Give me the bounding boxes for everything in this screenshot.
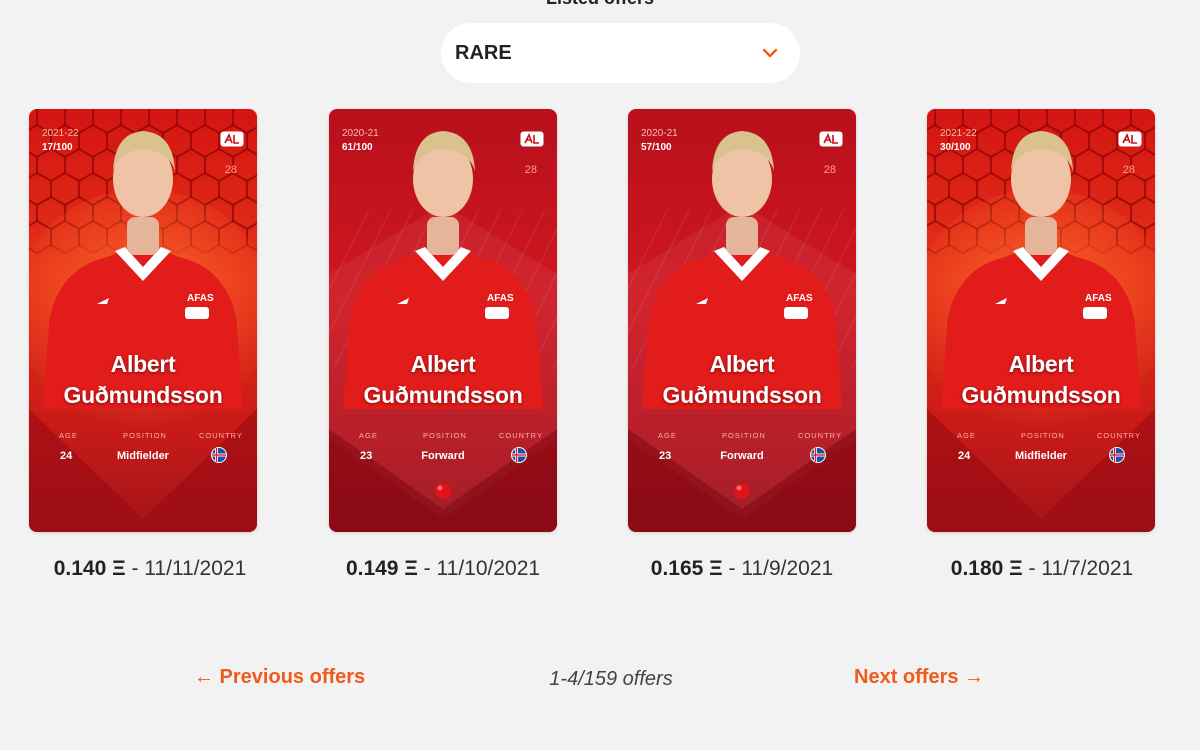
svg-text:AFAS: AFAS — [487, 293, 514, 304]
card-serial-number: 57/100 — [641, 142, 672, 153]
offer-price-date: 0.165 Ξ - 11/9/2021 — [650, 557, 834, 580]
player-card[interactable]: AFAS 2020-21 61/100 28 Albert Guðmundsso… — [329, 109, 557, 532]
iceland-flag-icon — [211, 447, 227, 463]
iceland-flag-icon — [511, 447, 527, 463]
player-name: Albert Guðmundsson — [628, 349, 856, 411]
iceland-flag-icon — [810, 447, 826, 463]
position-label: POSITION — [123, 431, 167, 440]
player-card[interactable]: AFAS 2021-22 30/100 28 Albert Guðmundsso… — [927, 109, 1155, 532]
card-shirt-number: 28 — [1122, 164, 1135, 176]
age-label: AGE — [658, 431, 677, 440]
card-season: 2020-21 — [641, 128, 678, 139]
offer-date: 11/7/2021 — [1041, 557, 1134, 580]
card-serial-number: 61/100 — [342, 142, 373, 153]
player-card[interactable]: AFAS 2021-22 17/100 28 Albert Guðmundsso… — [29, 109, 257, 532]
rarity-dropdown-value: RARE — [455, 41, 512, 64]
chevron-down-icon — [762, 44, 780, 62]
player-name: Albert Guðmundsson — [29, 349, 257, 411]
card-serial-number: 30/100 — [940, 142, 971, 153]
svg-text:AFAS: AFAS — [786, 293, 813, 304]
svg-text:AFAS: AFAS — [187, 293, 214, 304]
offer-price: 0.149 Ξ — [345, 557, 418, 580]
country-label: COUNTRY — [1097, 431, 1141, 440]
offers-count: 1-4/159 offers — [549, 668, 673, 690]
country-label: COUNTRY — [798, 431, 842, 440]
country-label: COUNTRY — [499, 431, 543, 440]
position-label: POSITION — [423, 431, 467, 440]
club-logo-icon — [520, 131, 544, 147]
rarity-dropdown[interactable]: RARE — [441, 23, 800, 83]
player-last-name: Guðmundsson — [63, 382, 223, 408]
offer-price: 0.180 Ξ — [950, 557, 1023, 580]
player-last-name: Guðmundsson — [662, 382, 822, 408]
player-card[interactable]: AFAS 2020-21 57/100 28 Albert Guðmundsso… — [628, 109, 856, 532]
card-shirt-number: 28 — [524, 164, 537, 176]
previous-offers-link[interactable]: ← Previous offers — [194, 666, 365, 689]
player-name: Albert Guðmundsson — [329, 349, 557, 411]
position-label: POSITION — [1021, 431, 1065, 440]
card-shirt-number: 28 — [224, 164, 237, 176]
age-label: AGE — [359, 431, 378, 440]
player-last-name: Guðmundsson — [363, 382, 523, 408]
section-title: Listed offers — [0, 0, 1200, 9]
card-season: 2021-22 — [42, 128, 79, 139]
age-label: AGE — [59, 431, 78, 440]
card-season: 2021-22 — [940, 128, 977, 139]
player-first-name: Albert — [709, 351, 775, 377]
club-logo-icon — [819, 131, 843, 147]
position-label: POSITION — [722, 431, 766, 440]
offer-date: 11/10/2021 — [436, 557, 541, 580]
player-first-name: Albert — [1008, 351, 1074, 377]
offer-price-date: 0.180 Ξ - 11/7/2021 — [950, 557, 1134, 580]
age-label: AGE — [957, 431, 976, 440]
player-first-name: Albert — [110, 351, 176, 377]
card-serial-number: 17/100 — [42, 142, 73, 153]
rarity-ball-icon — [435, 483, 451, 499]
offer-price-date: 0.149 Ξ - 11/10/2021 — [345, 557, 541, 580]
club-logo-icon — [220, 131, 244, 147]
card-season: 2020-21 — [342, 128, 379, 139]
player-last-name: Guðmundsson — [961, 382, 1121, 408]
card-shirt-number: 28 — [823, 164, 836, 176]
offer-price-date: 0.140 Ξ - 11/11/2021 — [53, 557, 247, 580]
player-first-name: Albert — [410, 351, 476, 377]
next-offers-link[interactable]: Next offers → — [854, 666, 984, 689]
offer-price: 0.140 Ξ — [53, 557, 126, 580]
iceland-flag-icon — [1109, 447, 1125, 463]
svg-text:AFAS: AFAS — [1085, 293, 1112, 304]
offer-date: 11/11/2021 — [144, 557, 247, 580]
player-name: Albert Guðmundsson — [927, 349, 1155, 411]
country-label: COUNTRY — [199, 431, 243, 440]
offer-price: 0.165 Ξ — [650, 557, 723, 580]
rarity-ball-icon — [734, 483, 750, 499]
offer-date: 11/9/2021 — [741, 557, 834, 580]
club-logo-icon — [1118, 131, 1142, 147]
